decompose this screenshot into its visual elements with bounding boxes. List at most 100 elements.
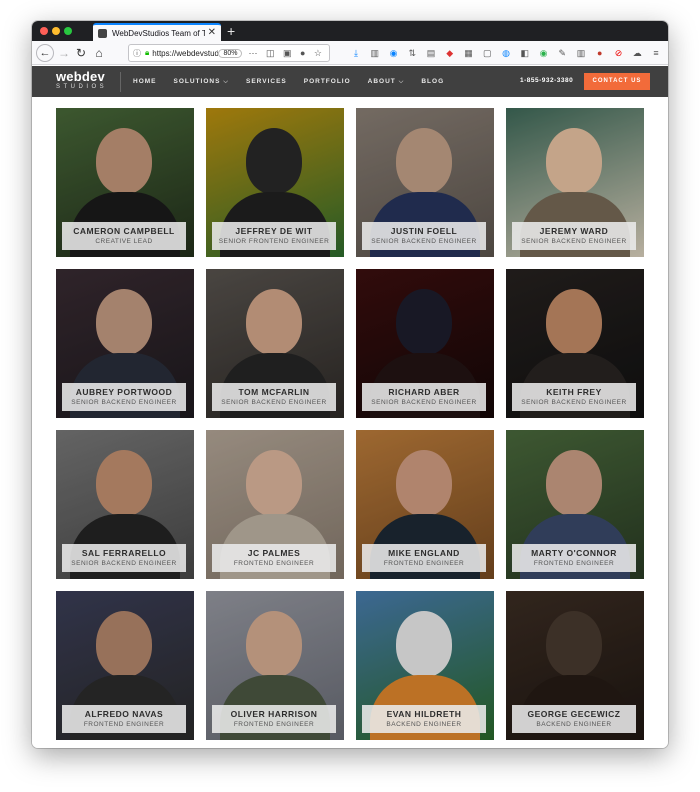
tab-title: WebDevStudios Team of Talent <box>112 28 205 38</box>
member-name: JC PALMES <box>247 548 301 558</box>
extension-icon[interactable]: ◧ <box>519 44 531 62</box>
extension-icon[interactable]: ◆ <box>444 44 456 62</box>
zoom-window-button[interactable] <box>64 27 72 35</box>
menu-item-home[interactable]: HOME <box>133 78 157 85</box>
member-role: SENIOR BACKEND ENGINEER <box>371 238 477 245</box>
team-member-card[interactable]: GEORGE GECEWICZ BACKEND ENGINEER <box>506 591 644 740</box>
member-nameplate: AUBREY PORTWOOD SENIOR BACKEND ENGINEER <box>62 383 186 411</box>
lock-icon[interactable]: 🔒︎ <box>145 48 149 58</box>
member-role: CREATIVE LEAD <box>95 238 153 245</box>
member-name: ALFREDO NAVAS <box>84 709 164 719</box>
member-nameplate: JC PALMES FRONTEND ENGINEER <box>212 544 336 572</box>
extension-icon[interactable]: ▥ <box>575 44 587 62</box>
member-nameplate: EVAN HILDRETH BACKEND ENGINEER <box>362 705 486 733</box>
home-icon[interactable]: ⌂ <box>92 44 106 62</box>
tab-close-icon[interactable]: ✕ <box>208 28 216 38</box>
header-divider <box>120 72 121 92</box>
back-arrow-icon[interactable]: ← <box>36 44 54 62</box>
member-name: GEORGE GECEWICZ <box>527 709 621 719</box>
minimize-window-button[interactable] <box>52 27 60 35</box>
member-nameplate: OLIVER HARRISON FRONTEND ENGINEER <box>212 705 336 733</box>
team-member-card[interactable]: JEREMY WARD SENIOR BACKEND ENGINEER <box>506 108 644 257</box>
sort-icon[interactable]: ⇅ <box>406 44 418 62</box>
team-member-card[interactable]: OLIVER HARRISON FRONTEND ENGINEER <box>206 591 344 740</box>
download-icon[interactable]: ⤓ <box>350 44 362 62</box>
member-role: FRONTEND ENGINEER <box>383 560 465 567</box>
close-window-button[interactable] <box>40 27 48 35</box>
team-member-card[interactable]: MARTY O'CONNOR FRONTEND ENGINEER <box>506 430 644 579</box>
main-menu: HOME SOLUTIONS ⌵ SERVICES PORTFOLIO ABOUT… <box>133 66 461 97</box>
phone-number-link[interactable]: 1-855-932-3380 <box>520 77 573 84</box>
team-member-card[interactable]: JUSTIN FOELL SENIOR BACKEND ENGINEER <box>356 108 494 257</box>
team-page-content: CAMERON CAMPBELL CREATIVE LEAD JEFFREY DE … <box>32 97 668 748</box>
tab-strip: WebDevStudios Team of Talent ✕ + <box>32 21 668 41</box>
screenshot-icon[interactable]: ▢ <box>481 44 493 62</box>
member-role: BACKEND ENGINEER <box>386 721 462 728</box>
extension-icon[interactable]: ▦ <box>463 44 475 62</box>
member-nameplate: SAL FERRARELLO SENIOR BACKEND ENGINEER <box>62 544 186 572</box>
forward-arrow-icon[interactable]: → <box>57 44 71 62</box>
member-name: RICHARD ABER <box>388 387 460 397</box>
team-member-card[interactable]: TOM MCFARLIN SENIOR BACKEND ENGINEER <box>206 269 344 418</box>
member-nameplate: GEORGE GECEWICZ BACKEND ENGINEER <box>512 705 636 733</box>
member-role: SENIOR BACKEND ENGINEER <box>71 560 177 567</box>
member-role: SENIOR BACKEND ENGINEER <box>71 399 177 406</box>
info-icon[interactable]: ⓘ <box>133 48 141 59</box>
browser-window: WebDevStudios Team of Talent ✕ + ← → ↻ ⌂… <box>32 21 668 748</box>
member-role: SENIOR BACKEND ENGINEER <box>221 399 327 406</box>
chevron-down-icon: ⌵ <box>398 78 405 85</box>
contact-us-button[interactable]: CONTACT US <box>584 73 650 90</box>
address-bar[interactable]: ⓘ 🔒︎ https://webdevstudios.com/about/tea… <box>128 44 330 62</box>
menu-item-about[interactable]: ABOUT ⌵ <box>368 78 405 86</box>
menu-item-services[interactable]: SERVICES <box>246 78 287 85</box>
team-member-card[interactable]: RICHARD ABER SENIOR BACKEND ENGINEER <box>356 269 494 418</box>
site-header: webdev STUDIOS HOME SOLUTIONS ⌵ SERVICES … <box>32 66 668 97</box>
team-member-card[interactable]: MIKE ENGLAND FRONTEND ENGINEER <box>356 430 494 579</box>
webdevstudios-logo[interactable]: webdev STUDIOS <box>56 70 107 90</box>
extension-icon[interactable]: ● <box>594 44 606 62</box>
eyedropper-icon[interactable]: ✎ <box>556 44 568 62</box>
member-role: SENIOR BACKEND ENGINEER <box>521 399 627 406</box>
member-role: BACKEND ENGINEER <box>536 721 612 728</box>
extension-toolbar: ⤓ ▥ ◉ ⇅ ▤ ◆ ▦ ▢ ◍ ◧ ◉ ✎ ▥ ● ⊘ ☁ ≡ <box>350 44 662 62</box>
team-member-card[interactable]: JEFFREY DE WIT SENIOR FRONTEND ENGINEER <box>206 108 344 257</box>
member-name: JUSTIN FOELL <box>390 226 458 236</box>
page-actions-icon[interactable]: ⋯ ◫ ▣ ● ☆ <box>248 48 325 59</box>
member-name: OLIVER HARRISON <box>230 709 318 719</box>
member-nameplate: KEITH FREY SENIOR BACKEND ENGINEER <box>512 383 636 411</box>
cloud-icon[interactable]: ☁ <box>631 44 643 62</box>
url-text[interactable]: https://webdevstudios.com/about/team/ <box>152 49 218 58</box>
reload-icon[interactable]: ↻ <box>74 44 88 62</box>
reader-icon[interactable]: ▤ <box>425 44 437 62</box>
member-nameplate: JUSTIN FOELL SENIOR BACKEND ENGINEER <box>362 222 486 250</box>
extension-icon[interactable]: ◍ <box>500 44 512 62</box>
extension-icon[interactable]: ◉ <box>538 44 550 62</box>
new-tab-button[interactable]: + <box>227 23 235 39</box>
navigation-toolbar: ← → ↻ ⌂ ⓘ 🔒︎ https://webdevstudios.com/a… <box>32 41 668 65</box>
member-nameplate: JEFFREY DE WIT SENIOR FRONTEND ENGINEER <box>212 222 336 250</box>
team-member-card[interactable]: KEITH FREY SENIOR BACKEND ENGINEER <box>506 269 644 418</box>
member-name: MIKE ENGLAND <box>388 548 460 558</box>
member-role: FRONTEND ENGINEER <box>233 721 315 728</box>
password-manager-icon[interactable]: ◉ <box>388 44 400 62</box>
menu-item-portfolio[interactable]: PORTFOLIO <box>304 78 351 85</box>
menu-item-blog[interactable]: BLOG <box>421 78 444 85</box>
library-icon[interactable]: ▥ <box>369 44 381 62</box>
menu-item-solutions[interactable]: SOLUTIONS ⌵ <box>174 78 229 86</box>
browser-tab[interactable]: WebDevStudios Team of Talent ✕ <box>93 23 221 41</box>
member-role: FRONTEND ENGINEER <box>233 560 315 567</box>
member-name: JEREMY WARD <box>539 226 609 236</box>
member-nameplate: MIKE ENGLAND FRONTEND ENGINEER <box>362 544 486 572</box>
team-member-card[interactable]: CAMERON CAMPBELL CREATIVE LEAD <box>56 108 194 257</box>
team-member-card[interactable]: SAL FERRARELLO SENIOR BACKEND ENGINEER <box>56 430 194 579</box>
menu-icon[interactable]: ≡ <box>650 44 662 62</box>
member-name: JEFFREY DE WIT <box>235 226 313 236</box>
team-member-card[interactable]: AUBREY PORTWOOD SENIOR BACKEND ENGINEER <box>56 269 194 418</box>
team-member-card[interactable]: EVAN HILDRETH BACKEND ENGINEER <box>356 591 494 740</box>
team-member-card[interactable]: ALFREDO NAVAS FRONTEND ENGINEER <box>56 591 194 740</box>
member-nameplate: JEREMY WARD SENIOR BACKEND ENGINEER <box>512 222 636 250</box>
site-favicon-icon <box>98 28 107 38</box>
zoom-level-badge[interactable]: 80% <box>218 48 243 58</box>
team-member-card[interactable]: JC PALMES FRONTEND ENGINEER <box>206 430 344 579</box>
extension-icon[interactable]: ⊘ <box>613 44 625 62</box>
